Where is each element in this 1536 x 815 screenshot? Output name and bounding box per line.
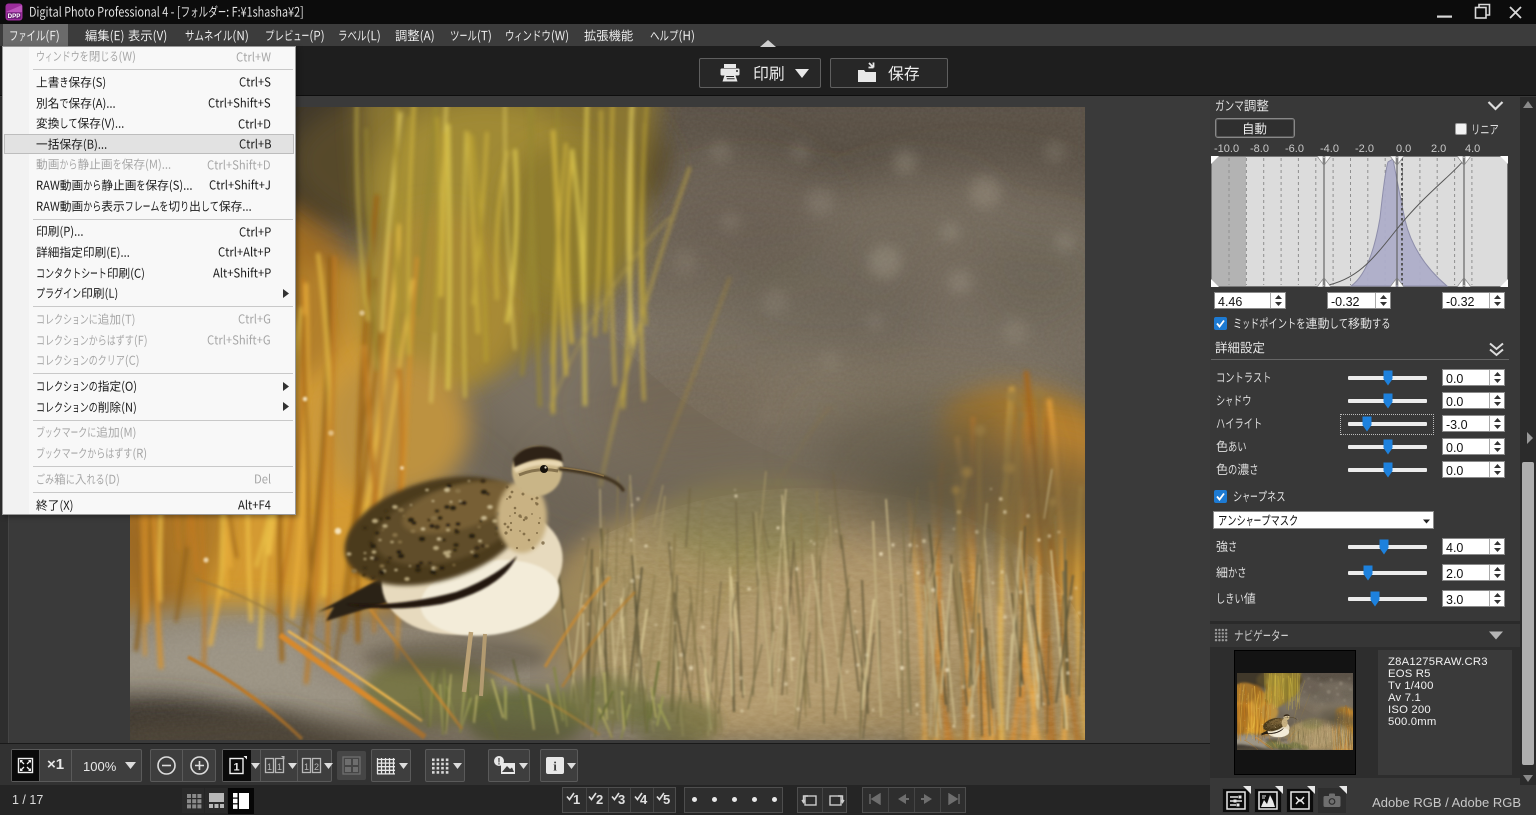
svg-text:1: 1 [267, 762, 272, 772]
svg-text:1: 1 [233, 762, 239, 774]
svg-text:1: 1 [304, 762, 309, 772]
svg-text:1: 1 [277, 762, 282, 772]
svg-text:i: i [553, 759, 557, 774]
svg-text:DPP: DPP [8, 13, 21, 20]
svg-text:!: ! [498, 757, 501, 767]
svg-text:2: 2 [314, 762, 319, 772]
